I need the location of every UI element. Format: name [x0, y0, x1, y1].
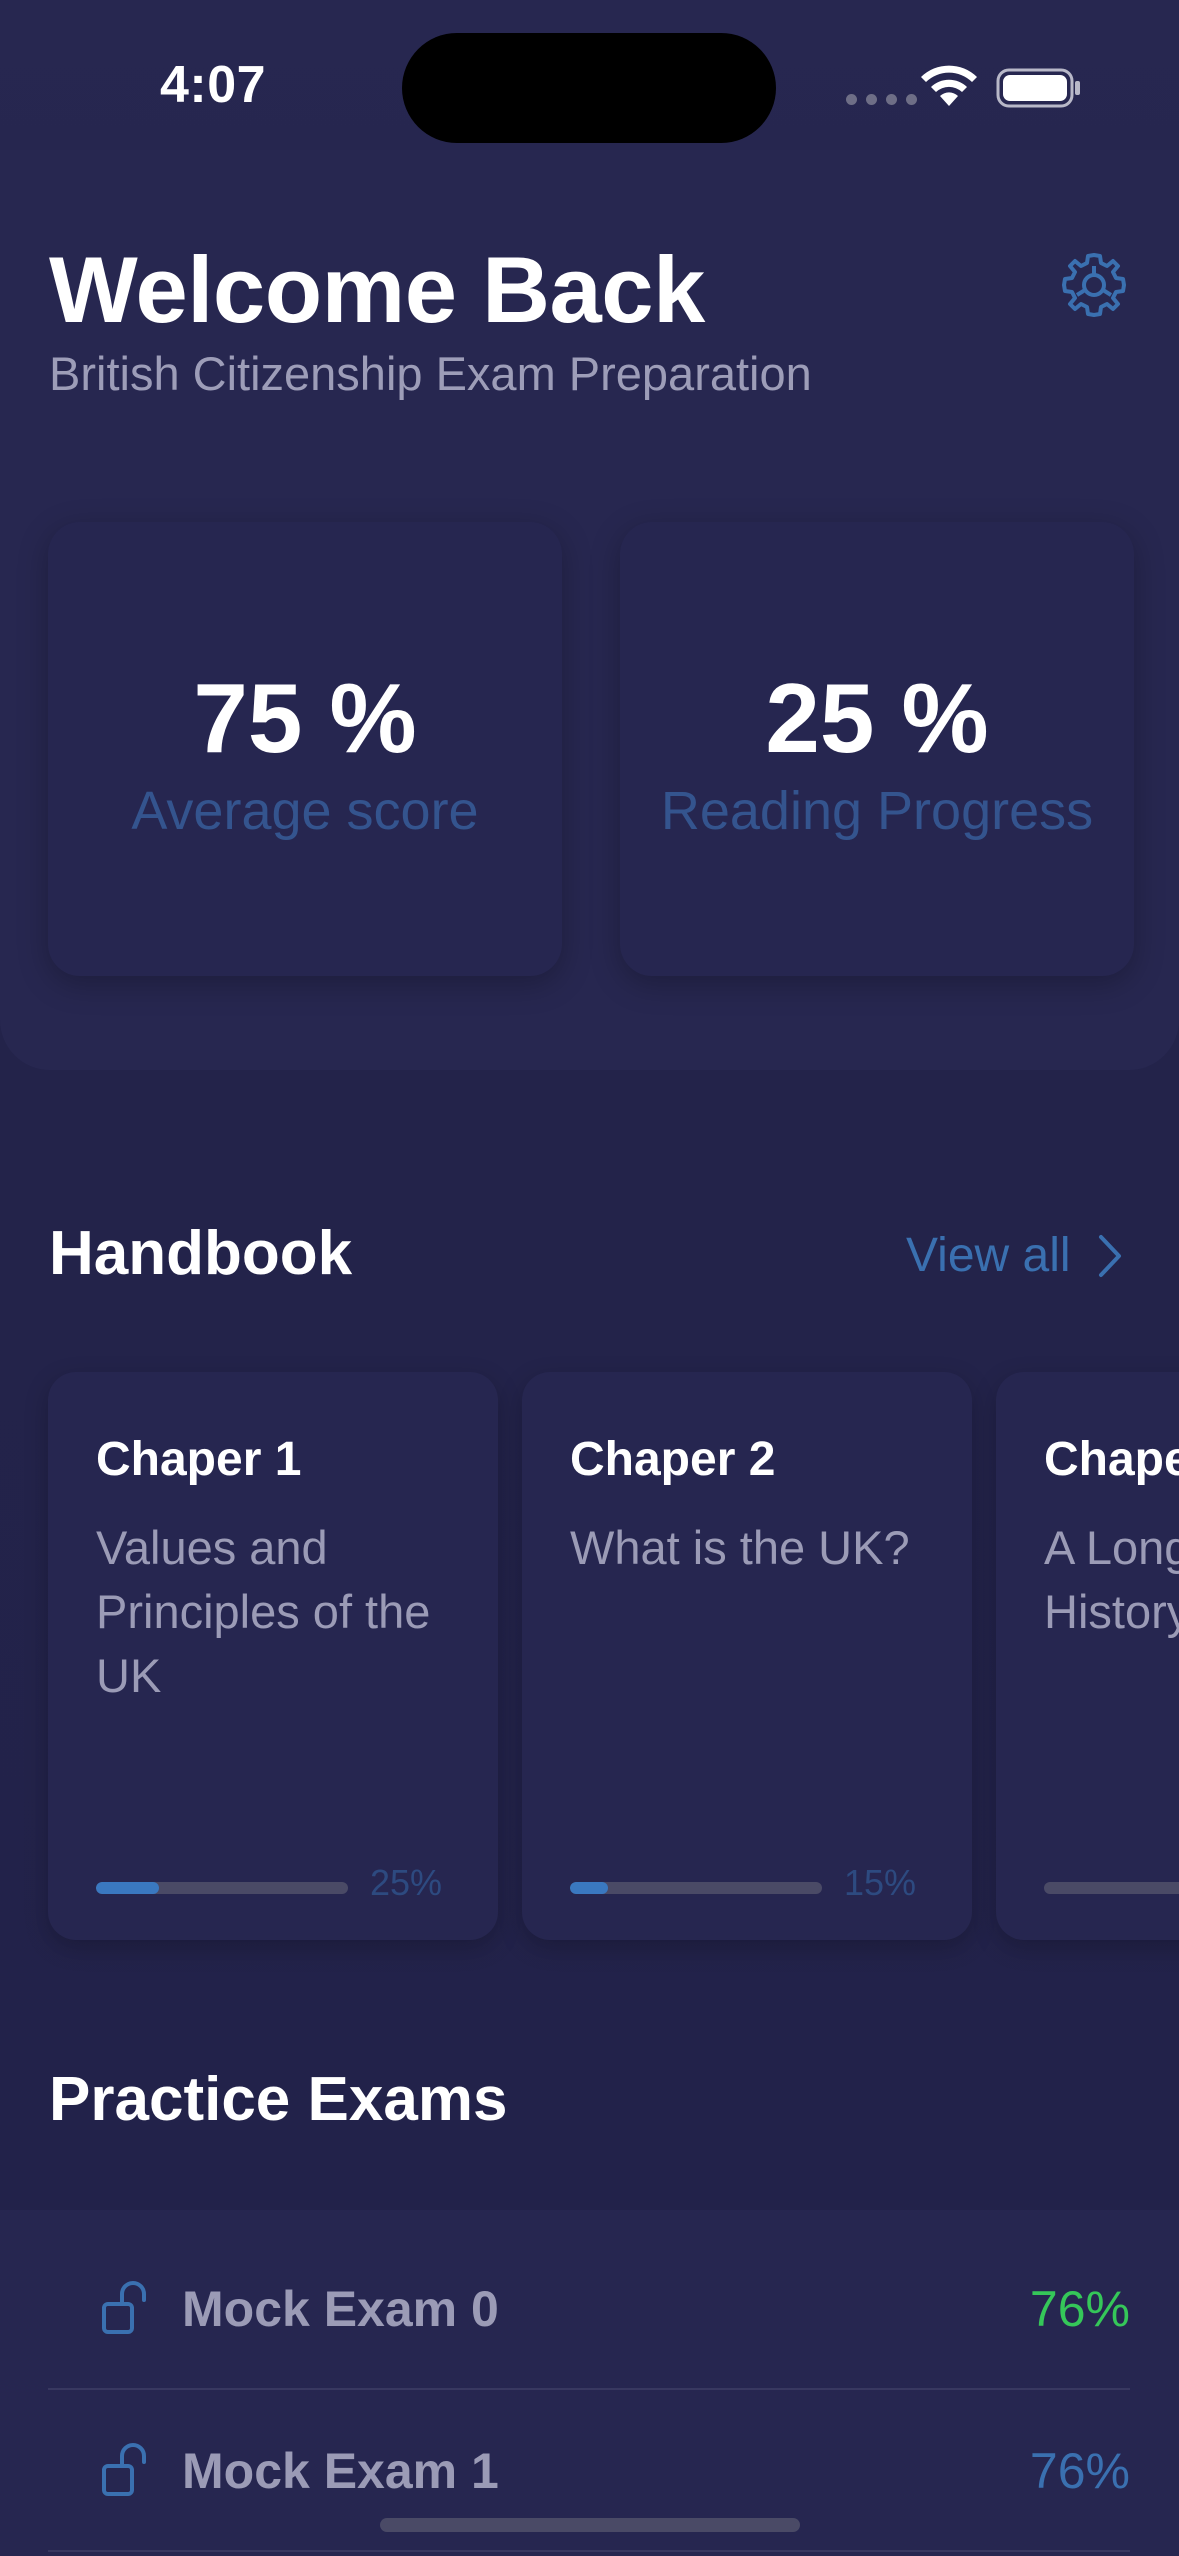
chapter-title: Chape [1044, 1433, 1179, 1486]
reading-progress-value: 25 % [765, 663, 989, 773]
cellular-signal-icon [846, 94, 917, 105]
handbook-title: Handbook [49, 1219, 353, 1288]
home-indicator[interactable] [380, 2518, 800, 2532]
chapter-progress-bar [1044, 1882, 1179, 1894]
exam-name: Mock Exam 0 [182, 2281, 499, 2337]
unlock-icon [102, 2443, 146, 2496]
exam-score: 76% [1029, 2281, 1130, 2337]
average-score-label: Average score [131, 781, 479, 841]
wifi-icon [921, 65, 977, 106]
dynamic-island [402, 33, 776, 143]
exam-row-0[interactable]: Mock Exam 0 76% [48, 2228, 1130, 2390]
exam-name: Mock Exam 1 [182, 2443, 499, 2499]
chapter-title: Chaper 2 [570, 1433, 776, 1486]
average-score-card: 75 % Average score [48, 522, 562, 976]
reading-progress-label: Reading Progress [660, 781, 1094, 841]
chapter-description: A Long Illustrious History [1044, 1521, 1179, 1638]
status-time: 4:07 [160, 56, 267, 114]
battery-icon [996, 68, 1080, 108]
page-title: Welcome Back [49, 237, 705, 342]
chapter-progress-bar [570, 1882, 822, 1894]
chapter-description: What is the UK? [570, 1521, 910, 1574]
unlock-icon [102, 2281, 146, 2334]
home-screen: 4:07 Welcome Back British Citizenship Ex… [0, 0, 1179, 2556]
chapter-description: Values and Principles of the UK [96, 1521, 431, 1702]
gear-icon[interactable] [1059, 250, 1129, 320]
chapter-card-3[interactable]: Chape A Long Illustrious History [996, 1372, 1179, 1940]
view-all-label: View all [906, 1229, 1071, 1282]
chapter-card-2[interactable]: Chaper 2 What is the UK? 15% [522, 1372, 972, 1940]
reading-progress-card: 25 % Reading Progress [620, 522, 1134, 976]
chapter-progress-label: 25% [370, 1862, 443, 1903]
page-subtitle: British Citizenship Exam Preparation [49, 347, 812, 400]
chapter-title: Chaper 1 [96, 1433, 302, 1486]
chapter-progress-label: 15% [844, 1862, 917, 1903]
average-score-value: 75 % [193, 663, 417, 773]
chevron-right-icon [1098, 1234, 1121, 1277]
practice-exams-title: Practice Exams [49, 2065, 508, 2134]
chapter-progress-bar [96, 1882, 348, 1894]
view-all-button[interactable]: View all [906, 1228, 1125, 1283]
chapter-card-1[interactable]: Chaper 1 Values and Principles of the UK… [48, 1372, 498, 1940]
exam-list: Mock Exam 0 76% Mock Exam 1 76% [0, 2210, 1179, 2556]
exam-score: 76% [1029, 2443, 1130, 2499]
